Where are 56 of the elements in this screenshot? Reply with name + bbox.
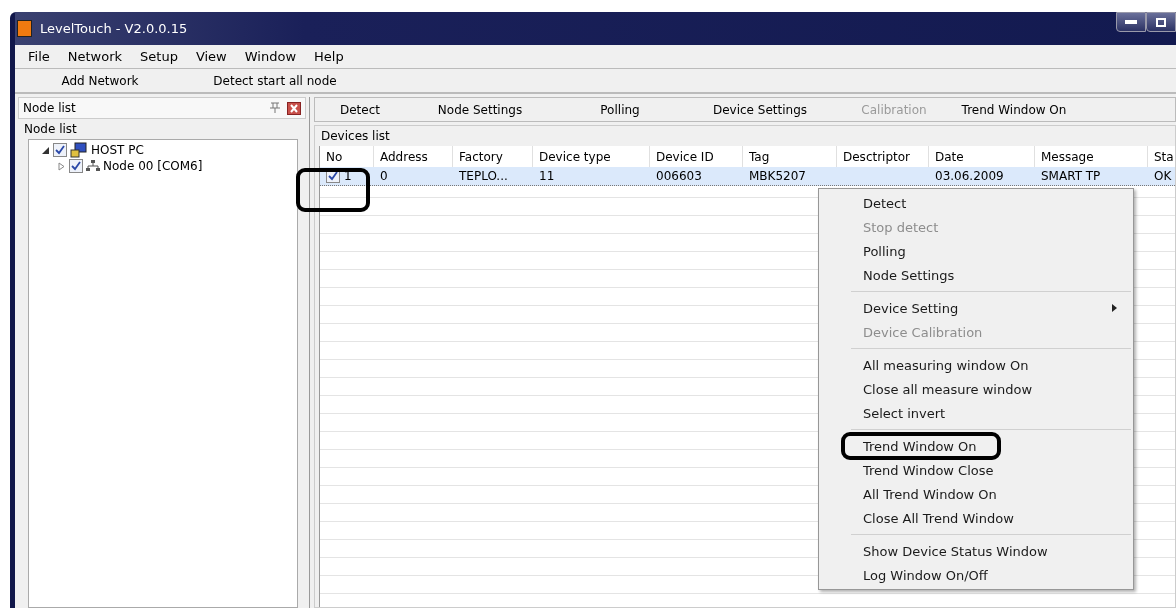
- toolbar-button[interactable]: Detect start all node: [185, 73, 365, 88]
- tree-item-label[interactable]: HOST PC: [91, 143, 144, 157]
- checkbox[interactable]: [53, 143, 67, 157]
- maximize-button[interactable]: [1146, 12, 1176, 32]
- menu-item[interactable]: Trend Window Close: [853, 458, 1131, 482]
- table-cell: SMART TP: [1041, 169, 1101, 183]
- menu-item[interactable]: All measuring window On: [853, 353, 1131, 377]
- menu-item[interactable]: File: [19, 49, 59, 64]
- menu-item[interactable]: Device Setting: [853, 296, 1131, 320]
- close-icon: [288, 102, 300, 114]
- close-button[interactable]: [287, 101, 301, 115]
- table-cell: TEPLO...: [459, 169, 508, 183]
- computer-icon: [70, 142, 88, 158]
- menu-item[interactable]: Log Window On/Off: [853, 563, 1131, 587]
- menu-item[interactable]: Close all measure window: [853, 377, 1131, 401]
- table-cell: 03.06.2009: [935, 169, 1004, 183]
- minimize-button[interactable]: [1116, 12, 1146, 32]
- minimize-icon: [1125, 20, 1137, 24]
- toolbar-button[interactable]: Polling: [555, 102, 685, 117]
- group-label: Devices list: [320, 128, 391, 145]
- toolbar-button[interactable]: Add Network: [15, 73, 185, 88]
- expanded-arrow-icon[interactable]: [41, 145, 50, 155]
- collapsed-arrow-icon[interactable]: [57, 161, 66, 171]
- menu-item[interactable]: Node Settings: [853, 263, 1131, 287]
- menu-item[interactable]: Close All Trend Window: [853, 506, 1131, 530]
- toolbar-button[interactable]: Trend Window On: [953, 102, 1075, 117]
- toolbar-button[interactable]: Device Settings: [685, 102, 835, 117]
- menu-item[interactable]: Select invert: [853, 401, 1131, 425]
- pin-icon[interactable]: [269, 102, 281, 114]
- menu-item[interactable]: Setup: [131, 49, 187, 64]
- menu-item[interactable]: Window: [235, 49, 305, 64]
- table-cell: 006603: [656, 169, 702, 183]
- panel-title: Node list: [23, 101, 76, 115]
- tree-item-label[interactable]: Node 00 [COM6]: [103, 159, 203, 173]
- menu-item[interactable]: Polling: [853, 239, 1131, 263]
- maximize-icon: [1156, 17, 1166, 27]
- menu-item[interactable]: Trend Window On: [853, 434, 1131, 458]
- toolbar-button[interactable]: Detect: [315, 102, 405, 117]
- app-icon: [17, 20, 32, 37]
- checkbox[interactable]: [69, 159, 83, 173]
- menu-item[interactable]: Help: [305, 49, 353, 64]
- menu-item[interactable]: View: [186, 49, 236, 64]
- network-icon: [86, 160, 100, 172]
- checkmark-icon: [328, 171, 338, 181]
- toolbar-button[interactable]: Node Settings: [405, 102, 555, 117]
- menu-item[interactable]: Show Device Status Window: [853, 539, 1131, 563]
- table-cell: OK: [1154, 169, 1172, 183]
- menu-item[interactable]: Detect: [853, 191, 1131, 215]
- group-label: Node list: [23, 121, 78, 138]
- window-title: LevelTouch - V2.0.0.15: [40, 21, 188, 36]
- table-cell: 0: [380, 169, 388, 183]
- table-cell: MBK5207: [749, 169, 806, 183]
- menu-item[interactable]: All Trend Window On: [853, 482, 1131, 506]
- table-cell: 11: [539, 169, 555, 183]
- submenu-arrow-icon: [1112, 304, 1117, 312]
- menu-item[interactable]: Network: [58, 49, 132, 64]
